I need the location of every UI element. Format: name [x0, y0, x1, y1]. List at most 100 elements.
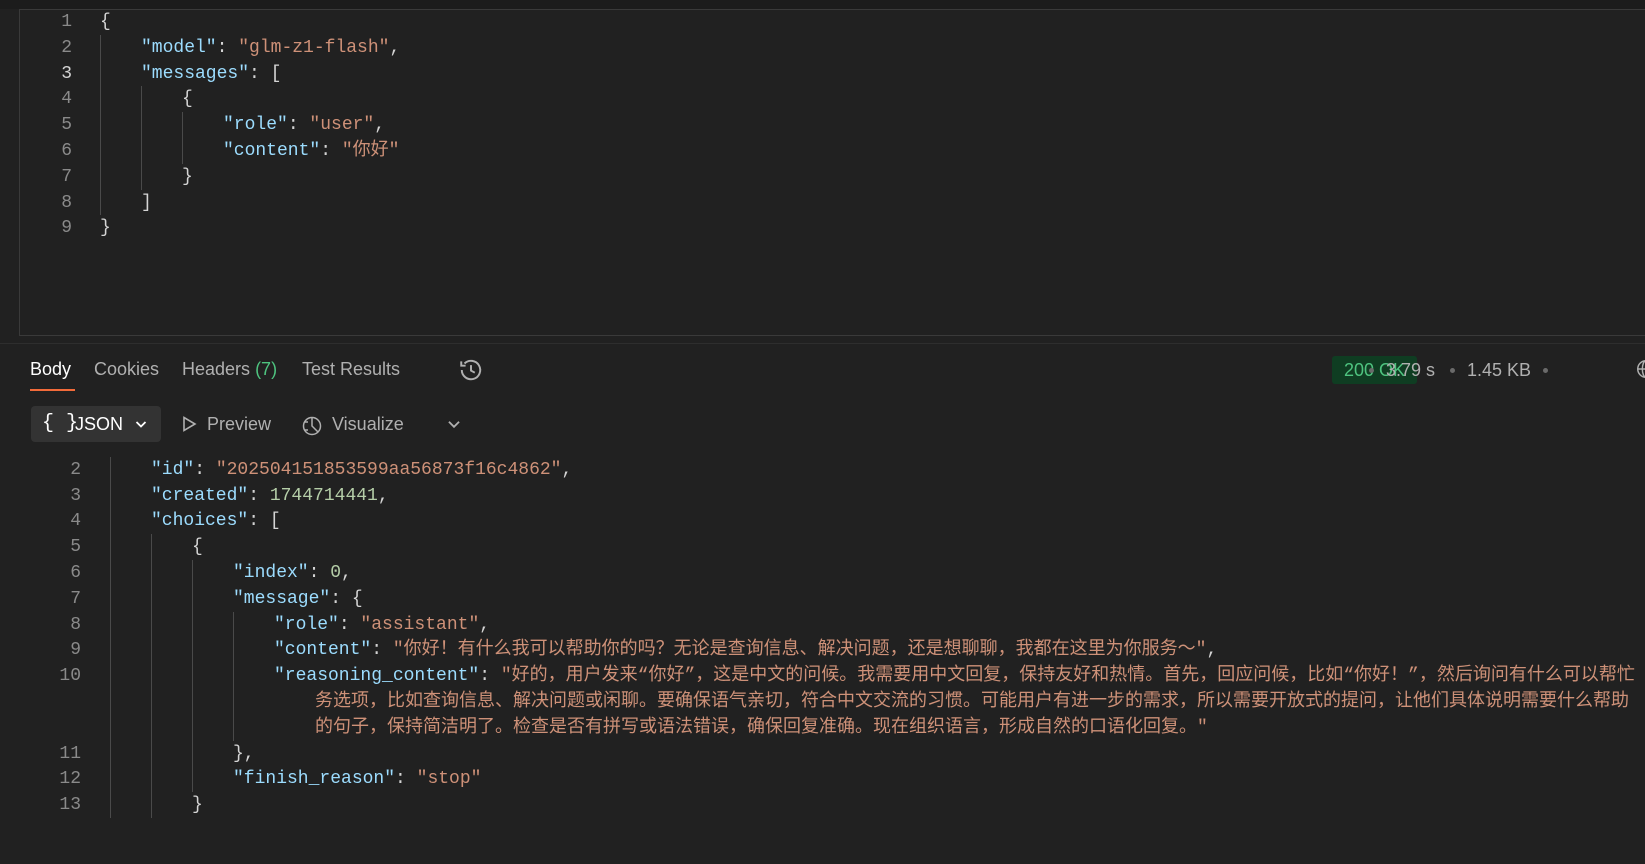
- tab-headers-label: Headers: [182, 359, 251, 379]
- json-string: "好的，用户发来“你好”，这是中文的问候。我需要用中文回复，保持友好和热情。首先…: [500, 666, 1635, 687]
- code-text: "role": "user",: [223, 112, 385, 139]
- json-punctuation: :: [216, 37, 239, 58]
- top-border: [0, 0, 1645, 9]
- json-key: "created": [151, 485, 249, 506]
- separator-dot: [1369, 368, 1374, 373]
- response-body-editor[interactable]: 1{2"id": "202504151853599aa56873f16c4862…: [0, 452, 1645, 864]
- json-string: "user": [309, 115, 375, 136]
- json-punctuation: : [: [248, 511, 281, 532]
- response-time: 3.79 s: [1386, 360, 1436, 380]
- separator-dot: [1450, 368, 1455, 373]
- play-icon: [183, 416, 197, 432]
- format-select[interactable]: { } JSON: [31, 406, 161, 442]
- json-string: 务选项，比如查询信息、解决问题或闲聊。要确保语气亲切，符合中文交流的习惯。可能用…: [315, 692, 1629, 712]
- json-key: "role": [274, 614, 339, 635]
- visualize-label: Visualize: [332, 414, 404, 434]
- braces-icon: { }: [42, 412, 79, 435]
- json-punctuation: : [: [249, 63, 282, 84]
- json-punctuation: ,: [374, 115, 386, 136]
- line-number: 7: [61, 166, 72, 187]
- tab-body[interactable]: Body: [30, 355, 71, 391]
- json-punctuation: :: [338, 614, 361, 635]
- tab-test-results[interactable]: Test Results: [302, 355, 400, 391]
- tab-headers-count: (7): [255, 359, 278, 379]
- line-number: 12: [59, 769, 81, 790]
- json-key: "messages": [141, 63, 250, 84]
- line-number: 3: [61, 63, 72, 84]
- json-punctuation: :: [287, 115, 310, 136]
- code-text: 的句子，保持简洁明了。检查是否有拼写或语法错误，确保回复准确。现在组织语言，形成…: [315, 715, 1208, 742]
- chevron-down-icon[interactable]: [445, 415, 463, 433]
- request-body-editor[interactable]: 1 {2 "model": "glm-z1-flash", 3 "messages": …: [19, 9, 1645, 336]
- line-number: 6: [61, 141, 72, 161]
- line-number: 9: [70, 640, 81, 661]
- json-key: "choices": [151, 511, 249, 532]
- json-punctuation: :: [248, 485, 270, 506]
- json-punctuation: {: [192, 537, 203, 558]
- tab-cookies[interactable]: Cookies: [94, 355, 159, 391]
- code-text: "content": "你好！有什么我可以帮助你的吗？无论是查询信息、解决问题，…: [274, 637, 1217, 664]
- line-number: 8: [61, 192, 72, 213]
- response-size: 1.45 KB: [1467, 360, 1532, 380]
- pane-divider[interactable]: [0, 343, 1645, 344]
- json-string: "stop": [416, 769, 482, 790]
- json-string: "assistant": [360, 614, 480, 635]
- indent-guide: [110, 456, 111, 818]
- line-number: 10: [59, 666, 81, 687]
- json-punctuation: },: [233, 743, 255, 764]
- separator-dot: [1543, 368, 1548, 373]
- line-number: 5: [61, 115, 72, 136]
- json-punctuation: :: [371, 640, 393, 661]
- code-text: {: [192, 534, 203, 561]
- json-punctuation: ,: [1206, 640, 1218, 661]
- line-number: 2: [61, 37, 72, 58]
- code-text: "created": 1744714441,: [151, 483, 389, 510]
- line-number: 4: [70, 511, 81, 532]
- json-punctuation: {: [100, 12, 111, 32]
- line-number: 9: [61, 218, 72, 239]
- globe-icon[interactable]: [1635, 358, 1645, 380]
- json-string: "你好": [341, 141, 400, 161]
- json-key: "finish_reason": [233, 769, 396, 790]
- json-string: "202504151853599aa56873f16c4862": [215, 459, 562, 480]
- code-text: "index": 0,: [233, 560, 352, 587]
- visualize-button[interactable]: Visualize: [301, 406, 411, 442]
- json-punctuation: :: [308, 563, 331, 583]
- json-key: "role": [223, 115, 288, 136]
- json-punctuation: ,: [479, 614, 491, 635]
- code-text: "id": "202504151853599aa56873f16c4862",: [151, 457, 572, 484]
- json-key: "content": [223, 141, 321, 161]
- code-text: "choices": [: [151, 508, 281, 535]
- indent-guide: [141, 86, 142, 190]
- history-icon[interactable]: [458, 357, 484, 383]
- json-number: 1744714441: [269, 485, 378, 506]
- code-text: }: [182, 164, 193, 191]
- indent-guide: [182, 112, 183, 164]
- line-number: 1: [61, 12, 72, 32]
- json-punctuation: ]: [141, 192, 152, 213]
- preview-button[interactable]: Preview: [180, 406, 280, 442]
- json-key: "message": [233, 588, 331, 609]
- json-punctuation: :: [320, 141, 342, 161]
- json-punctuation: {: [110, 452, 121, 454]
- line-number: 11: [59, 743, 81, 764]
- code-text: "role": "assistant",: [274, 612, 490, 639]
- code-text: {: [110, 452, 121, 458]
- indent-guide: [151, 534, 152, 818]
- json-punctuation: ,: [561, 459, 573, 480]
- code-text: "messages": [: [141, 61, 281, 88]
- line-number: 13: [59, 795, 81, 816]
- json-key: "id": [151, 459, 195, 480]
- json-punctuation: : {: [330, 588, 363, 609]
- line-number: 7: [70, 588, 81, 609]
- json-key: "reasoning_content": [274, 666, 480, 687]
- line-number: 6: [70, 563, 81, 583]
- json-number: 0: [330, 563, 342, 583]
- code-text: },: [233, 741, 255, 768]
- line-number: 8: [70, 614, 81, 635]
- code-text: "model": "glm-z1-flash",: [141, 35, 400, 62]
- tab-headers[interactable]: Headers (7): [182, 355, 277, 391]
- visualize-icon: [302, 416, 322, 436]
- indent-guide: [233, 611, 234, 741]
- json-string: "你好！有什么我可以帮助你的吗？无论是查询信息、解决问题，还是想聊聊，我都在这里…: [392, 640, 1207, 661]
